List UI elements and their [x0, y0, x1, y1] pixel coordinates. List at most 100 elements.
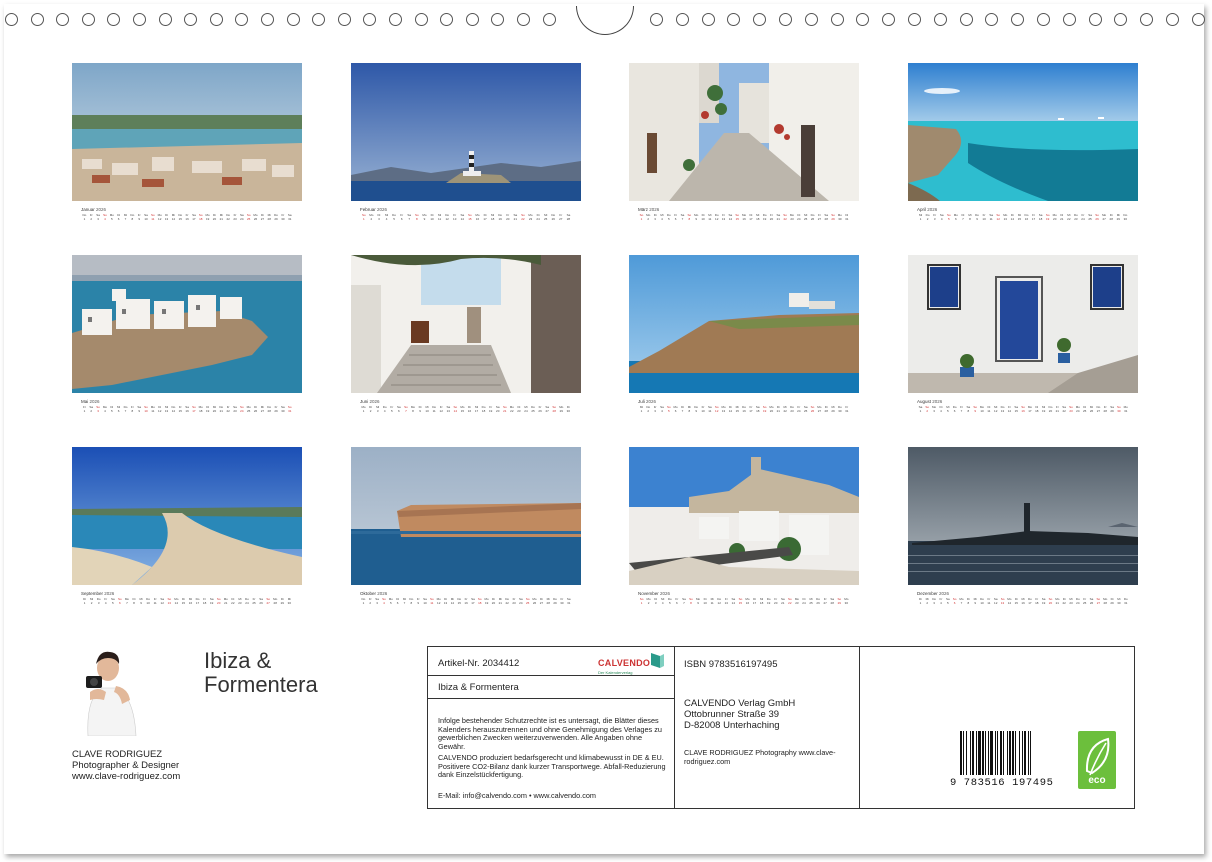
- day-cell: 6: [400, 217, 403, 221]
- day-cell: 3: [376, 409, 379, 413]
- day-cell: 30: [1117, 409, 1121, 413]
- day-cell: 5: [946, 409, 949, 413]
- binding-hole: [1011, 13, 1025, 26]
- day-cell: 7: [403, 601, 406, 605]
- day-cell: 5: [110, 409, 113, 413]
- month-photo: [908, 63, 1138, 201]
- day-cell: 15: [735, 217, 739, 221]
- day-cell: 10: [701, 409, 705, 413]
- day-cell: 16: [742, 217, 746, 221]
- day-cell: 2: [647, 601, 650, 605]
- day-cell: 25: [526, 601, 530, 605]
- binding-hole: [184, 13, 198, 26]
- day-cell: 13: [443, 601, 448, 605]
- day-cell: 2: [647, 409, 650, 413]
- day-cell: 25: [1083, 409, 1087, 413]
- day-cell: 28: [830, 601, 834, 605]
- day-cell: 4: [940, 601, 942, 605]
- day-cell: 1: [919, 601, 922, 605]
- day-cell: 25: [804, 217, 808, 221]
- month-year: 2026: [660, 591, 671, 596]
- month-year: 2026: [89, 399, 100, 404]
- binding-hole: [753, 13, 767, 26]
- day-cell: 21: [219, 217, 223, 221]
- day-cell: 7: [408, 217, 411, 221]
- day-cell: 19: [205, 217, 210, 221]
- publisher-street: Ottobrunner Straße 39: [684, 709, 780, 720]
- day-cell: 7: [960, 601, 963, 605]
- month-label: November 2026: [638, 591, 859, 596]
- day-cell: 29: [831, 409, 835, 413]
- binding-hole: [1114, 13, 1128, 26]
- day-cell: 23: [512, 601, 516, 605]
- day-cell: 24: [802, 601, 806, 605]
- month-thumbnail: Dezember 2026 Di Mi Do Fr Sa So Mo Di Mi Do Fr Sa So M…: [908, 447, 1138, 606]
- day-cell: 24: [240, 409, 244, 413]
- day-cell: 31: [845, 409, 849, 413]
- day-cell: 16: [188, 601, 193, 605]
- day-row: 1 2 3 4 5 6 7 8 9 10 11 12 13 14 15 16 17 18 19 20 21 22 23 24 2…: [917, 217, 1129, 221]
- day-cell: 27: [1096, 409, 1101, 413]
- day-cell: 30: [1123, 217, 1128, 221]
- day-cell: 21: [776, 217, 780, 221]
- day-cell: 15: [738, 601, 743, 605]
- day-cell: 2: [90, 409, 93, 413]
- day-cell: 29: [837, 601, 841, 605]
- day-cell: 4: [661, 409, 663, 413]
- binding-hole: [30, 13, 44, 26]
- day-cell: 20: [1048, 409, 1053, 413]
- day-cell: 22: [1062, 601, 1066, 605]
- day-cell: 21: [498, 601, 502, 605]
- day-cell: 19: [762, 217, 767, 221]
- day-cell: 11: [151, 409, 155, 413]
- day-cell: 12: [994, 409, 998, 413]
- day-cell: 20: [1053, 217, 1057, 221]
- day-cell: 3: [654, 217, 656, 221]
- day-cell: 25: [252, 601, 256, 605]
- binding-hole: [933, 13, 947, 26]
- day-cell: 24: [536, 217, 540, 221]
- day-cell: 30: [281, 217, 285, 221]
- day-cell: 8: [688, 409, 691, 413]
- day-cell: 26: [538, 409, 542, 413]
- month-thumbnail: März 2026 So Mo Di Mi Do Fr Sa So Mo Di Mi Do Fr Sa So M…: [629, 63, 859, 222]
- day-cell: 23: [528, 217, 533, 221]
- publisher-info-box: Artikel-Nr. 2034412 CALVENDO Der Kalende…: [427, 646, 1135, 809]
- day-cell: 19: [498, 217, 502, 221]
- day-cell: 27: [817, 217, 822, 221]
- month-thumbnail: September 2026 Di Mi Do Fr Sa So Mo Di Mi Do Fr Sa So…: [72, 447, 302, 606]
- day-cell: 3: [378, 217, 380, 221]
- day-cell: 24: [524, 409, 528, 413]
- day-cell: 19: [209, 601, 214, 605]
- month-year: 2026: [104, 591, 115, 596]
- day-cell: 6: [396, 601, 399, 605]
- day-cell: 9: [695, 217, 697, 221]
- month-photo: [629, 447, 859, 585]
- day-cell: 11: [987, 601, 991, 605]
- day-cell: 14: [728, 409, 733, 413]
- month-thumbnail: Februar 2026 So Mo Di Mi Do Fr Sa So Mo Di Mi Do Fr Sa…: [351, 63, 581, 222]
- day-row: 1 2 3 4 5 6 7 8 9 10 11 12 13 14 15 16 17 18 19 20 21 22 23 24 2…: [81, 601, 293, 605]
- day-cell: 7: [126, 601, 128, 605]
- day-cell: 9: [697, 601, 699, 605]
- day-cell: 5: [393, 217, 395, 221]
- day-cell: 14: [450, 601, 455, 605]
- day-cell: 30: [1117, 601, 1121, 605]
- day-cell: 15: [181, 601, 186, 605]
- day-cell: 17: [749, 217, 753, 221]
- day-cell: 14: [171, 409, 176, 413]
- day-cell: 28: [273, 601, 277, 605]
- calvendo-logo-word: CALVENDO: [598, 658, 651, 668]
- day-cell: 10: [980, 409, 984, 413]
- day-cell: 10: [980, 601, 984, 605]
- day-cell: 4: [661, 217, 663, 221]
- binding-hole: [542, 13, 556, 26]
- day-cell: 23: [1069, 409, 1073, 413]
- day-cell: 1: [640, 409, 643, 413]
- day-cell: 4: [383, 409, 386, 413]
- day-cell: 5: [110, 217, 113, 221]
- month-year: 2026: [96, 207, 107, 212]
- day-cell: 30: [566, 409, 571, 413]
- day-row: 1 2 3 4 5 6 7 8 9 10 11 12 13 14 15 16 17 18 19 20 21 22 23 24 2…: [81, 217, 293, 221]
- day-cell: 26: [253, 217, 258, 221]
